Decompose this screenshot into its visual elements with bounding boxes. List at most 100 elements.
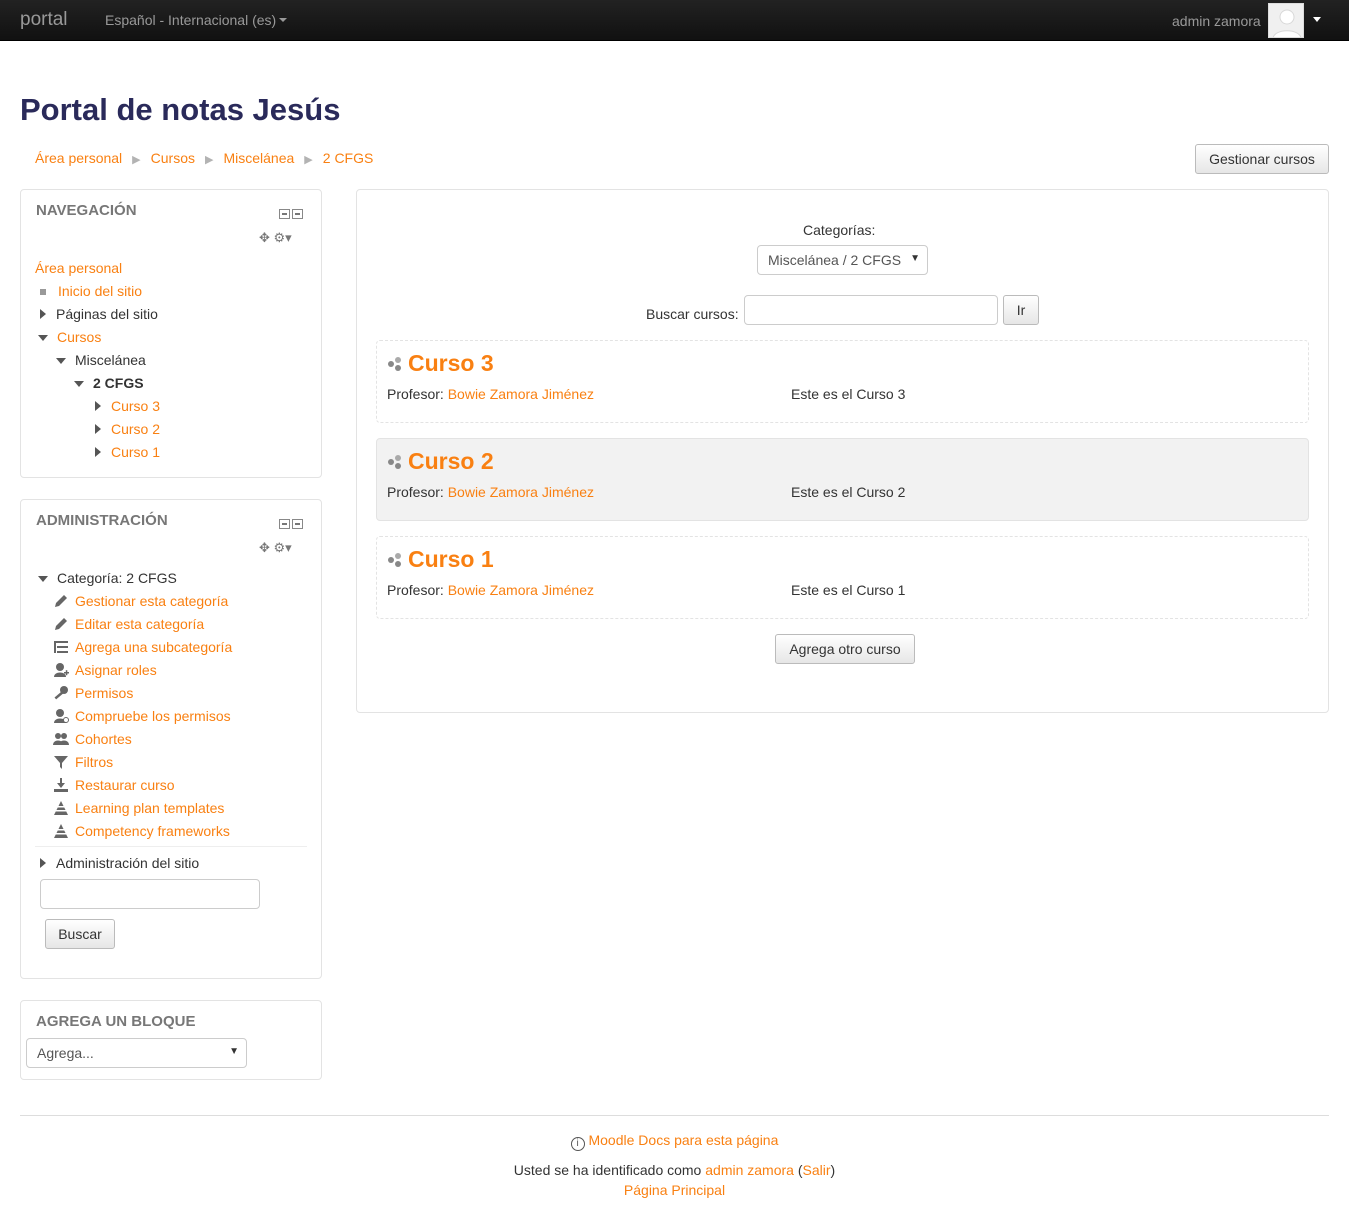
admin-item-label[interactable]: Learning plan templates bbox=[75, 800, 224, 816]
admin-item-label[interactable]: Gestionar esta categoría bbox=[75, 593, 228, 609]
admin-item[interactable]: Permisos bbox=[53, 685, 133, 701]
teacher-link[interactable]: Bowie Zamora Jiménez bbox=[448, 582, 594, 598]
nav-item-2cfgs[interactable]: 2 CFGS bbox=[93, 375, 144, 391]
manage-courses-button[interactable]: Gestionar cursos bbox=[1195, 144, 1329, 174]
add-course-button[interactable]: Agrega otro curso bbox=[775, 634, 915, 664]
admin-item[interactable]: Cohortes bbox=[53, 731, 132, 747]
course-teacher: Profesor: Bowie Zamora Jiménez bbox=[387, 582, 594, 598]
admin-item[interactable]: Filtros bbox=[53, 754, 113, 770]
admin-item-label[interactable]: Filtros bbox=[75, 754, 113, 770]
admin-search-input[interactable] bbox=[40, 879, 260, 909]
subcategory-icon bbox=[53, 639, 69, 655]
teacher-link[interactable]: Bowie Zamora Jiménez bbox=[448, 484, 594, 500]
nav-item-curso-3[interactable]: Curso 3 bbox=[111, 398, 160, 414]
pencil-icon bbox=[53, 593, 69, 609]
collapse-icon[interactable] bbox=[279, 209, 290, 219]
search-go-button[interactable]: Ir bbox=[1003, 295, 1039, 325]
breadcrumb-separator-icon: ▶ bbox=[132, 154, 141, 166]
collapse-tree-icon[interactable] bbox=[56, 358, 66, 365]
collapse-tree-icon[interactable] bbox=[38, 335, 48, 342]
avatar[interactable] bbox=[1268, 3, 1304, 38]
admin-item-label[interactable]: Cohortes bbox=[75, 731, 132, 747]
course-title-link[interactable]: Curso 3 bbox=[408, 350, 494, 377]
dock-icon[interactable] bbox=[292, 209, 303, 219]
nav-item-site-home[interactable]: Inicio del sitio bbox=[58, 283, 142, 299]
breadcrumb-item[interactable]: 2 CFGS bbox=[323, 150, 374, 166]
expand-icon[interactable] bbox=[40, 309, 46, 319]
admin-item-label[interactable]: Permisos bbox=[75, 685, 133, 701]
admin-item[interactable]: Gestionar esta categoría bbox=[53, 593, 228, 609]
teacher-label: Profesor: bbox=[387, 386, 444, 402]
admin-item[interactable]: Competency frameworks bbox=[53, 823, 230, 839]
collapse-tree-icon[interactable] bbox=[74, 381, 84, 388]
admin-item[interactable]: Agrega una subcategoría bbox=[53, 639, 232, 655]
course-box: Curso 3 Profesor: Bowie Zamora Jiménez Est… bbox=[376, 340, 1309, 423]
breadcrumb-item[interactable]: Miscelánea bbox=[223, 150, 294, 166]
course-summary: Este es el Curso 1 bbox=[791, 582, 906, 598]
home-page-link[interactable]: Página Principal bbox=[624, 1182, 725, 1198]
check-permissions-icon bbox=[53, 708, 69, 724]
add-block-title: AGREGA UN BLOQUE bbox=[36, 1013, 196, 1030]
breadcrumb-item[interactable]: Área personal bbox=[35, 150, 122, 166]
nav-item-area-personal[interactable]: Área personal bbox=[35, 260, 122, 276]
language-menu[interactable]: Español - Internacional (es) bbox=[105, 12, 288, 28]
expand-icon[interactable] bbox=[40, 858, 46, 868]
info-icon: i bbox=[570, 1137, 585, 1151]
gear-icon[interactable]: ⚙▾ bbox=[274, 540, 292, 555]
category-select[interactable]: Miscelánea / 2 CFGS ▼ bbox=[757, 245, 928, 275]
admin-item[interactable]: Learning plan templates bbox=[53, 800, 224, 816]
dock-icon[interactable] bbox=[292, 519, 303, 529]
nav-item-courses[interactable]: Cursos bbox=[57, 329, 101, 345]
admin-item-label[interactable]: Restaurar curso bbox=[75, 777, 175, 793]
user-menu-name[interactable]: admin zamora bbox=[1172, 13, 1261, 29]
admin-item-label[interactable]: Editar esta categoría bbox=[75, 616, 204, 632]
admin-item[interactable]: Asignar roles bbox=[53, 662, 157, 678]
site-brand-link[interactable]: portal bbox=[20, 9, 68, 31]
dropdown-arrow-icon: ▼ bbox=[229, 1046, 239, 1057]
course-title-link[interactable]: Curso 2 bbox=[408, 448, 494, 475]
admin-site-administration[interactable]: Administración del sitio bbox=[56, 855, 199, 871]
expand-icon[interactable] bbox=[95, 424, 101, 434]
course-box: Curso 2 Profesor: Bowie Zamora Jiménez Est… bbox=[376, 438, 1309, 521]
nav-item-miscelanea[interactable]: Miscelánea bbox=[75, 352, 146, 368]
admin-item[interactable]: Restaurar curso bbox=[53, 777, 175, 793]
user-menu-caret-icon[interactable] bbox=[1313, 17, 1321, 22]
course-title-link[interactable]: Curso 1 bbox=[408, 546, 494, 573]
nav-item-curso-2[interactable]: Curso 2 bbox=[111, 421, 160, 437]
admin-item-label[interactable]: Competency frameworks bbox=[75, 823, 230, 839]
admin-item[interactable]: Compruebe los permisos bbox=[53, 708, 231, 724]
bullet-icon bbox=[40, 289, 46, 296]
footer-user-link[interactable]: admin zamora bbox=[705, 1162, 794, 1178]
teacher-link[interactable]: Bowie Zamora Jiménez bbox=[448, 386, 594, 402]
move-icon[interactable]: ✥ bbox=[259, 540, 270, 555]
add-block-select[interactable]: Agrega... ▼ bbox=[26, 1038, 247, 1068]
administration-block: ADMINISTRACIÓN ✥ ⚙▾ Categoría: 2 CFGS Ge… bbox=[20, 499, 322, 979]
add-block-block: AGREGA UN BLOQUE Agrega... ▼ bbox=[20, 1000, 322, 1080]
filter-icon bbox=[53, 754, 69, 770]
logout-link[interactable]: Salir bbox=[803, 1162, 831, 1178]
expand-icon[interactable] bbox=[95, 447, 101, 457]
footer-divider bbox=[20, 1115, 1329, 1116]
admin-search-button[interactable]: Buscar bbox=[45, 919, 115, 949]
admin-item[interactable]: Editar esta categoría bbox=[53, 616, 204, 632]
nav-item-curso-1[interactable]: Curso 1 bbox=[111, 444, 160, 460]
nav-item-site-pages[interactable]: Páginas del sitio bbox=[56, 306, 158, 322]
cohorts-icon bbox=[53, 731, 69, 747]
move-icon[interactable]: ✥ bbox=[259, 230, 270, 245]
search-courses-input[interactable] bbox=[744, 295, 998, 325]
admin-category-label[interactable]: Categoría: 2 CFGS bbox=[57, 570, 177, 586]
admin-item-label[interactable]: Asignar roles bbox=[75, 662, 157, 678]
admin-item-label[interactable]: Compruebe los permisos bbox=[75, 708, 231, 724]
course-teacher: Profesor: Bowie Zamora Jiménez bbox=[387, 386, 594, 402]
language-label: Español - Internacional (es) bbox=[105, 12, 277, 28]
breadcrumb-item[interactable]: Cursos bbox=[151, 150, 195, 166]
collapse-icon[interactable] bbox=[279, 519, 290, 529]
moodle-docs-link[interactable]: Moodle Docs para esta página bbox=[588, 1132, 778, 1148]
collapse-tree-icon[interactable] bbox=[38, 576, 48, 583]
course-icon bbox=[387, 356, 403, 375]
expand-icon[interactable] bbox=[95, 401, 101, 411]
footer-login-info: Usted se ha identificado como admin zamo… bbox=[513, 1162, 836, 1178]
page-title: Portal de notas Jesús bbox=[20, 92, 341, 127]
gear-icon[interactable]: ⚙▾ bbox=[274, 230, 292, 245]
admin-item-label[interactable]: Agrega una subcategoría bbox=[75, 639, 232, 655]
